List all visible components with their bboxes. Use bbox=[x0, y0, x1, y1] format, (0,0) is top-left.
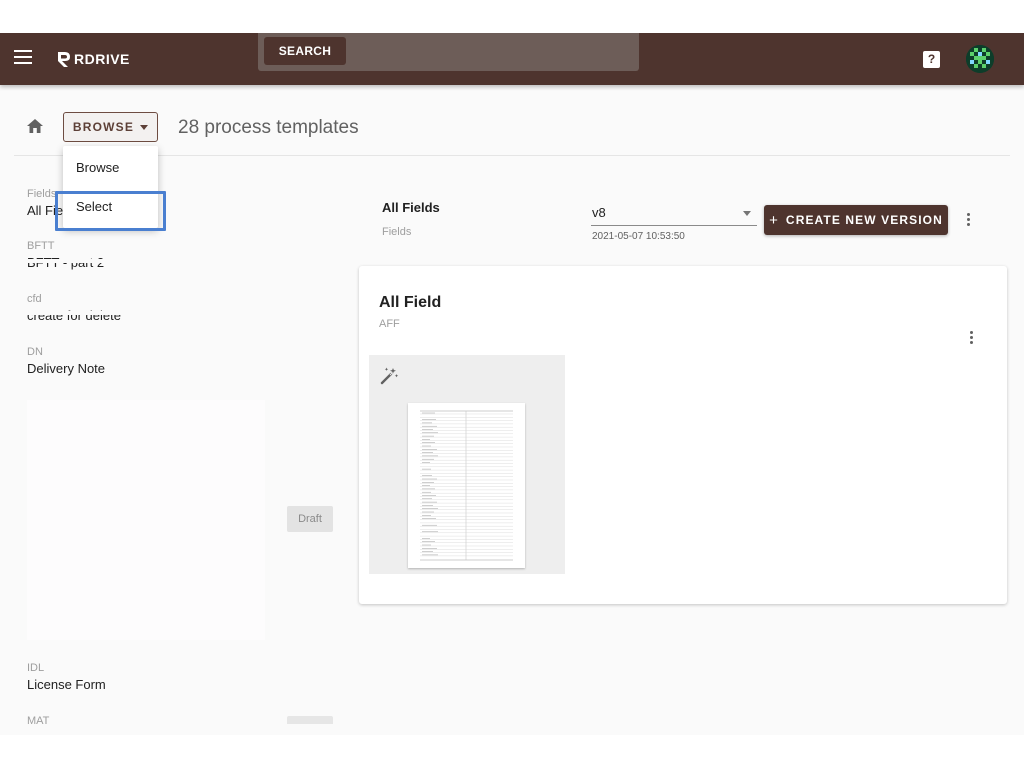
page-title: 28 process templates bbox=[178, 117, 359, 138]
list-overlay-mask bbox=[27, 259, 253, 263]
version-card-title: All Field bbox=[379, 294, 442, 311]
template-name: License Form bbox=[27, 677, 106, 692]
auto-fix-wand-icon[interactable] bbox=[379, 366, 399, 391]
avatar-identicon-icon bbox=[966, 45, 994, 73]
browse-button-label: BROWSE bbox=[72, 120, 135, 134]
caret-down-icon bbox=[140, 124, 149, 130]
form-thumbnail[interactable] bbox=[369, 355, 565, 574]
form-lines-graphic bbox=[420, 410, 513, 561]
list-overlay-mask bbox=[27, 311, 253, 315]
template-name: create for delete bbox=[27, 308, 121, 323]
template-list-item[interactable]: DN Delivery Note bbox=[27, 345, 105, 378]
template-name: BFTT - part 2 bbox=[27, 254, 104, 272]
version-card-code: AFF bbox=[379, 318, 400, 330]
logo-mark-icon bbox=[58, 52, 70, 67]
browse-menu: Browse Select bbox=[63, 146, 158, 228]
help-icon[interactable]: ? bbox=[923, 51, 940, 68]
status-badge-partial bbox=[287, 716, 333, 724]
template-code: DN bbox=[27, 346, 43, 358]
template-list-item[interactable]: Fields All Fie bbox=[27, 187, 63, 220]
template-code: Fields bbox=[27, 188, 57, 200]
home-icon[interactable] bbox=[26, 118, 44, 139]
create-new-version-button[interactable]: + CREATE NEW VERSION bbox=[764, 205, 948, 235]
detail-title: All Fields bbox=[382, 200, 440, 215]
search-button[interactable]: SEARCH bbox=[264, 37, 346, 65]
more-vert-icon[interactable] bbox=[967, 213, 971, 227]
avatar[interactable] bbox=[966, 45, 994, 73]
menu-item-browse[interactable]: Browse bbox=[63, 150, 158, 186]
create-new-version-label: CREATE NEW VERSION bbox=[785, 213, 943, 227]
template-list-item[interactable]: MAT bbox=[27, 714, 49, 728]
template-code: IDL bbox=[27, 662, 45, 674]
version-select-value: v8 bbox=[592, 205, 606, 220]
template-list-item[interactable]: cfd create for delete bbox=[27, 292, 121, 325]
plus-icon: + bbox=[769, 211, 778, 229]
template-code: MAT bbox=[27, 715, 50, 727]
form-page-preview bbox=[408, 403, 525, 568]
template-code: cfd bbox=[27, 293, 42, 305]
app-root: RDRIVE SEARCH ? BROWSE 28 process templa… bbox=[0, 33, 1024, 735]
version-select[interactable]: v8 bbox=[591, 202, 757, 226]
caret-down-icon bbox=[743, 211, 751, 216]
logo-text: RDRIVE bbox=[74, 51, 130, 67]
template-code: BFTT bbox=[27, 240, 55, 252]
template-name: Delivery Note bbox=[27, 361, 106, 376]
template-list-item[interactable]: BFTT BFTT - part 2 bbox=[27, 239, 104, 272]
version-date: 2021-05-07 10:53:50 bbox=[592, 231, 685, 242]
browse-dropdown-button[interactable]: BROWSE bbox=[63, 112, 158, 142]
more-vert-icon[interactable] bbox=[970, 331, 974, 345]
template-name: All Fie bbox=[27, 203, 64, 218]
status-badge[interactable]: Draft bbox=[287, 506, 333, 532]
menu-item-select[interactable]: Select bbox=[63, 189, 158, 225]
version-card: All Field AFF bbox=[359, 266, 1007, 604]
detail-subtitle: Fields bbox=[382, 226, 412, 238]
header-divider bbox=[14, 155, 1010, 156]
template-preview-placeholder bbox=[27, 400, 265, 640]
search-bar[interactable]: SEARCH bbox=[258, 33, 639, 71]
template-list-item[interactable]: IDL License Form bbox=[27, 661, 106, 694]
app-logo[interactable]: RDRIVE bbox=[56, 49, 130, 69]
menu-icon[interactable] bbox=[14, 50, 32, 68]
top-app-bar: RDRIVE SEARCH ? bbox=[0, 33, 1024, 85]
